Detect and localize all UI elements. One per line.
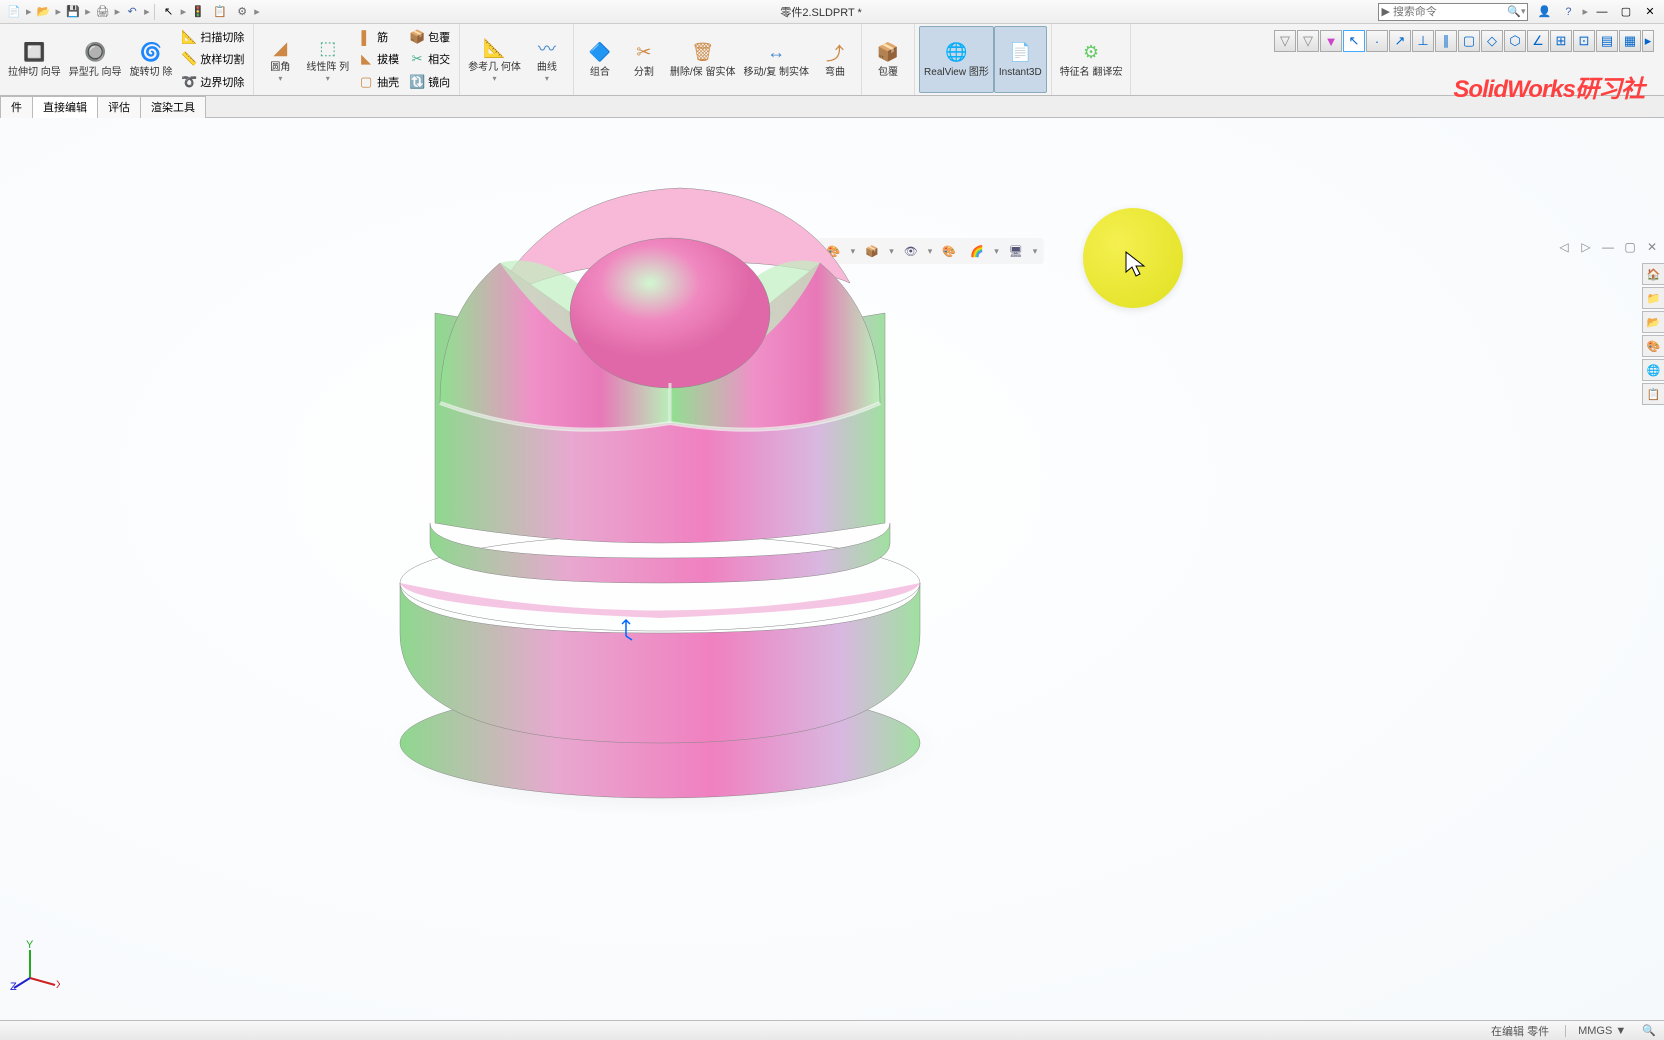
maximize-button[interactable]: ▢ xyxy=(1616,2,1636,22)
highlight-cursor xyxy=(1083,208,1183,308)
qat-undo[interactable]: ↶ xyxy=(122,2,142,22)
tab-render[interactable]: 渲染工具 xyxy=(140,96,206,118)
user-icon[interactable]: 👤 xyxy=(1534,2,1554,22)
side-scene[interactable]: 🌐 xyxy=(1642,359,1664,381)
rq-filter1[interactable]: ▽ xyxy=(1274,30,1296,52)
qat-save[interactable]: 💾 xyxy=(63,2,83,22)
draft-button[interactable]: ◣拔模 xyxy=(355,49,402,69)
tab-direct-edit[interactable]: 直接编辑 xyxy=(32,96,98,118)
fillet-button[interactable]: ◢圆角▾ xyxy=(258,26,302,93)
hole-wizard-button[interactable]: 🔘异型孔 向导 xyxy=(65,26,126,93)
curves-button[interactable]: 〰曲线▾ xyxy=(525,26,569,93)
right-quick-toolbar: ▽ ▽ ▼ ↖ · ↗ ⊥ ∥ ▢ ◇ ⬡ ∠ ⊞ ⊡ ▤ ▦ ▸ xyxy=(1274,30,1654,52)
view-screen[interactable]: 🖥 xyxy=(1005,240,1027,262)
doc-next[interactable]: ▷ xyxy=(1578,240,1594,254)
flex-button[interactable]: ⤴弯曲 xyxy=(813,26,857,93)
boundary-cut-button[interactable]: ➰边界切除 xyxy=(178,72,247,92)
qat-select[interactable]: ↖ xyxy=(159,2,179,22)
status-bar: 在编辑 零件 MMGS ▼ 🔍 xyxy=(0,1020,1664,1040)
rq-5[interactable]: · xyxy=(1366,30,1388,52)
model-3d xyxy=(370,163,950,863)
translate-macro-button[interactable]: ⚙特征名 翻译宏 xyxy=(1056,26,1127,93)
delete-body-button[interactable]: 🗑删除/保 留实体 xyxy=(666,26,740,93)
rib-button[interactable]: ▌筋 xyxy=(355,27,402,47)
move-copy-button[interactable]: ↔移动/复 制实体 xyxy=(739,26,813,93)
view-color2[interactable]: 🌈 xyxy=(966,240,988,262)
extrude-cut-button[interactable]: 🔲拉伸切 向导 xyxy=(4,26,65,93)
combine-button[interactable]: 🔷组合 xyxy=(578,26,622,93)
wrap2-button[interactable]: 📦包覆 xyxy=(866,26,910,93)
doc-max[interactable]: ▢ xyxy=(1622,240,1638,254)
mirror-button[interactable]: 🔃镜向 xyxy=(406,72,453,92)
qat-settings[interactable]: ⚙ xyxy=(232,2,252,22)
side-custom[interactable]: 📋 xyxy=(1642,383,1664,405)
qat-open[interactable]: 📂 xyxy=(34,2,54,22)
rq-filter3[interactable]: ▼ xyxy=(1320,30,1342,52)
rq-6[interactable]: ↗ xyxy=(1389,30,1411,52)
status-edit: 在编辑 零件 xyxy=(1491,1023,1549,1039)
revolve-cut-button[interactable]: 🌀旋转切 除 xyxy=(126,26,177,93)
svg-text:Y: Y xyxy=(26,940,34,951)
rq-8[interactable]: ∥ xyxy=(1435,30,1457,52)
tab-feature[interactable]: 件 xyxy=(0,96,33,118)
svg-text:X: X xyxy=(56,979,60,990)
rq-more[interactable]: ▸ xyxy=(1642,30,1654,52)
rq-15[interactable]: ▤ xyxy=(1596,30,1618,52)
qat-options[interactable]: 📋 xyxy=(210,2,230,22)
linear-pattern-button[interactable]: ⬚线性阵 列▾ xyxy=(302,26,353,93)
wrap-button[interactable]: 📦包覆 xyxy=(406,27,453,47)
intersect-button[interactable]: ✂相交 xyxy=(406,49,453,69)
window-title: 零件2.SLDPRT * xyxy=(264,4,1379,20)
side-folder[interactable]: 📁 xyxy=(1642,287,1664,309)
doc-prev[interactable]: ◁ xyxy=(1556,240,1572,254)
tab-evaluate[interactable]: 评估 xyxy=(97,96,141,118)
help-icon[interactable]: ? xyxy=(1558,2,1578,22)
svg-text:Z: Z xyxy=(10,981,17,990)
minimize-button[interactable]: — xyxy=(1592,2,1612,22)
doc-close[interactable]: ✕ xyxy=(1644,240,1660,254)
side-appear[interactable]: 🎨 xyxy=(1642,335,1664,357)
rq-filter2[interactable]: ▽ xyxy=(1297,30,1319,52)
search-input[interactable] xyxy=(1393,6,1507,18)
side-folder2[interactable]: 📂 xyxy=(1642,311,1664,333)
origin-marker xyxy=(618,618,634,647)
close-button[interactable]: ✕ xyxy=(1640,2,1660,22)
instant3d-button[interactable]: 📄Instant3D xyxy=(994,26,1047,93)
status-units[interactable]: MMGS ▼ xyxy=(1565,1025,1626,1037)
realview-button[interactable]: 🌐RealView 图形 xyxy=(919,26,994,93)
qat-new[interactable]: 📄 xyxy=(4,2,24,22)
rq-12[interactable]: ∠ xyxy=(1527,30,1549,52)
shell-button[interactable]: ▢抽壳 xyxy=(355,72,402,92)
rq-9[interactable]: ▢ xyxy=(1458,30,1480,52)
side-home[interactable]: 🏠 xyxy=(1642,263,1664,285)
rq-16[interactable]: ▦ xyxy=(1619,30,1641,52)
search-box[interactable]: ▶ 🔍 ▾ xyxy=(1378,3,1528,21)
loft-cut-button[interactable]: 📏放样切割 xyxy=(178,49,247,69)
qat-rebuild[interactable]: 🚦 xyxy=(188,2,208,22)
viewport[interactable]: 🔍 🔎 🔲 🎯 📐 🔷 📦 🎨 ▾ 📦 ▾ 👁 ▾ 🎨 🌈 ▾ 🖥 ▾ ◁ ▷ … xyxy=(0,118,1664,1020)
doc-min[interactable]: — xyxy=(1600,240,1616,254)
rq-select[interactable]: ↖ xyxy=(1343,30,1365,52)
split-button[interactable]: ✂分割 xyxy=(622,26,666,93)
rq-7[interactable]: ⊥ xyxy=(1412,30,1434,52)
sweep-cut-button[interactable]: 📐扫描切除 xyxy=(178,27,247,47)
rq-11[interactable]: ⬡ xyxy=(1504,30,1526,52)
rq-13[interactable]: ⊞ xyxy=(1550,30,1572,52)
coord-triad: Y X Z xyxy=(10,940,60,990)
ref-geometry-button[interactable]: 📐参考几 何体▾ xyxy=(464,26,525,93)
status-zoom-icon[interactable]: 🔍 xyxy=(1642,1024,1656,1037)
rq-14[interactable]: ⊡ xyxy=(1573,30,1595,52)
rq-10[interactable]: ◇ xyxy=(1481,30,1503,52)
watermark-text: SolidWorks研习社 xyxy=(1453,69,1644,104)
qat-print[interactable]: 🖨 xyxy=(93,2,113,22)
